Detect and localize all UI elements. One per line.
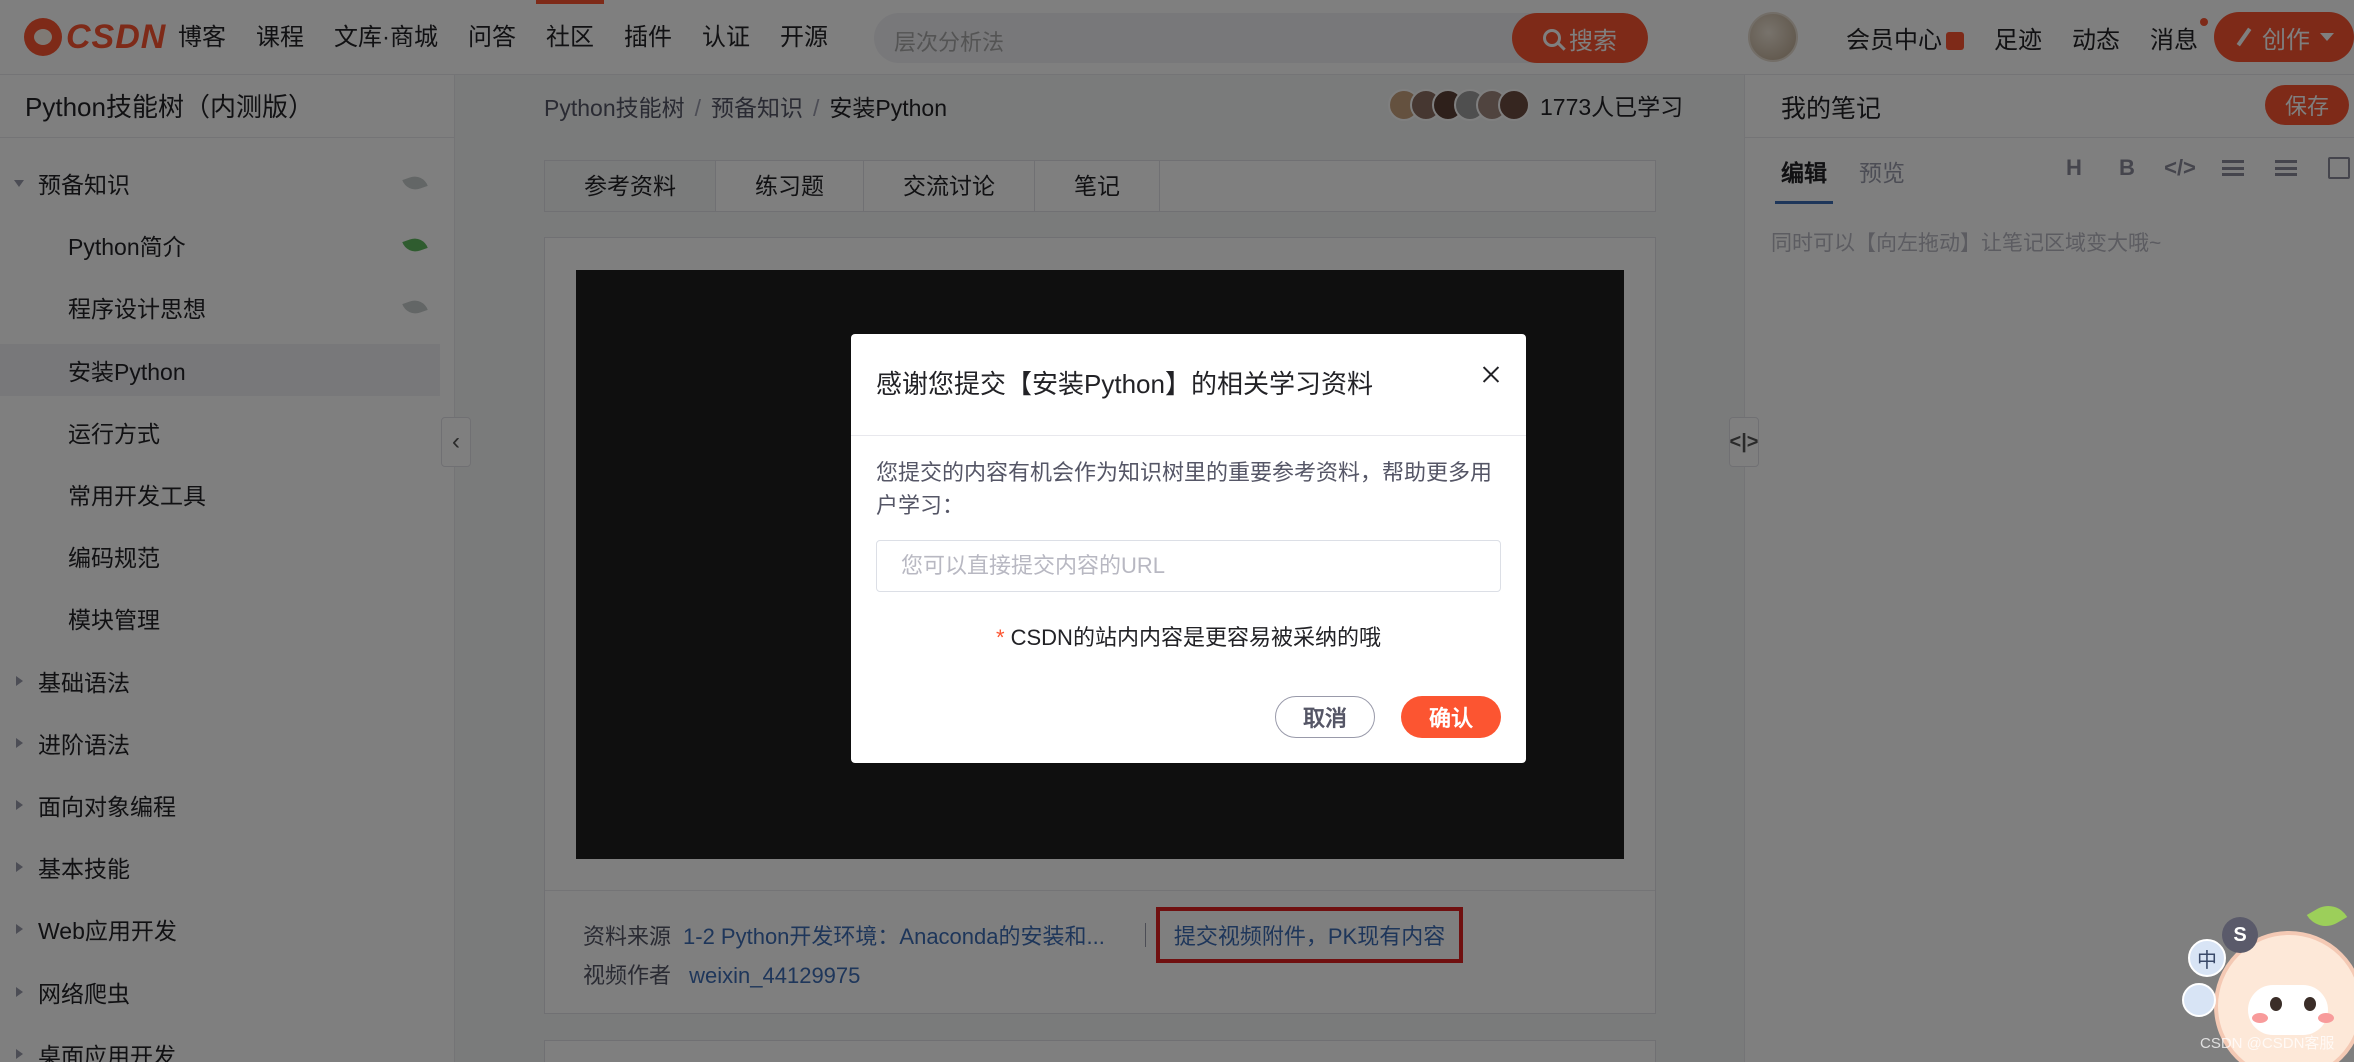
gear-icon[interactable] xyxy=(2182,983,2216,1017)
mascot-cheek xyxy=(2318,1013,2334,1023)
submit-material-dialog: 感谢您提交【安装Python】的相关学习资料 您提交的内容有机会作为知识树里的重… xyxy=(851,334,1526,763)
mascot-cheek xyxy=(2252,1013,2268,1023)
mascot-eye xyxy=(2270,997,2282,1011)
close-icon[interactable] xyxy=(1471,354,1511,394)
dialog-description: 您提交的内容有机会作为知识树里的重要参考资料，帮助更多用户学习： xyxy=(876,460,1493,518)
confirm-button[interactable]: 确认 xyxy=(1401,696,1501,738)
required-star: * xyxy=(996,625,1005,650)
url-input[interactable] xyxy=(876,540,1501,592)
dialog-note: * CSDN的站内内容是更容易被采纳的哦 xyxy=(851,620,1526,652)
divider xyxy=(851,435,1526,436)
watermark: CSDN @CSDN客服 xyxy=(2200,1035,2335,1052)
s-badge-icon[interactable]: S xyxy=(2222,917,2258,953)
mascot-eye xyxy=(2304,997,2316,1011)
cancel-button[interactable]: 取消 xyxy=(1275,696,1375,738)
dialog-note-text: CSDN的站内内容是更容易被采纳的哦 xyxy=(1010,625,1381,650)
mascot-face xyxy=(2248,985,2328,1035)
chinese-input-icon[interactable]: 中 xyxy=(2188,939,2226,977)
dialog-title: 感谢您提交【安装Python】的相关学习资料 xyxy=(876,369,1373,399)
